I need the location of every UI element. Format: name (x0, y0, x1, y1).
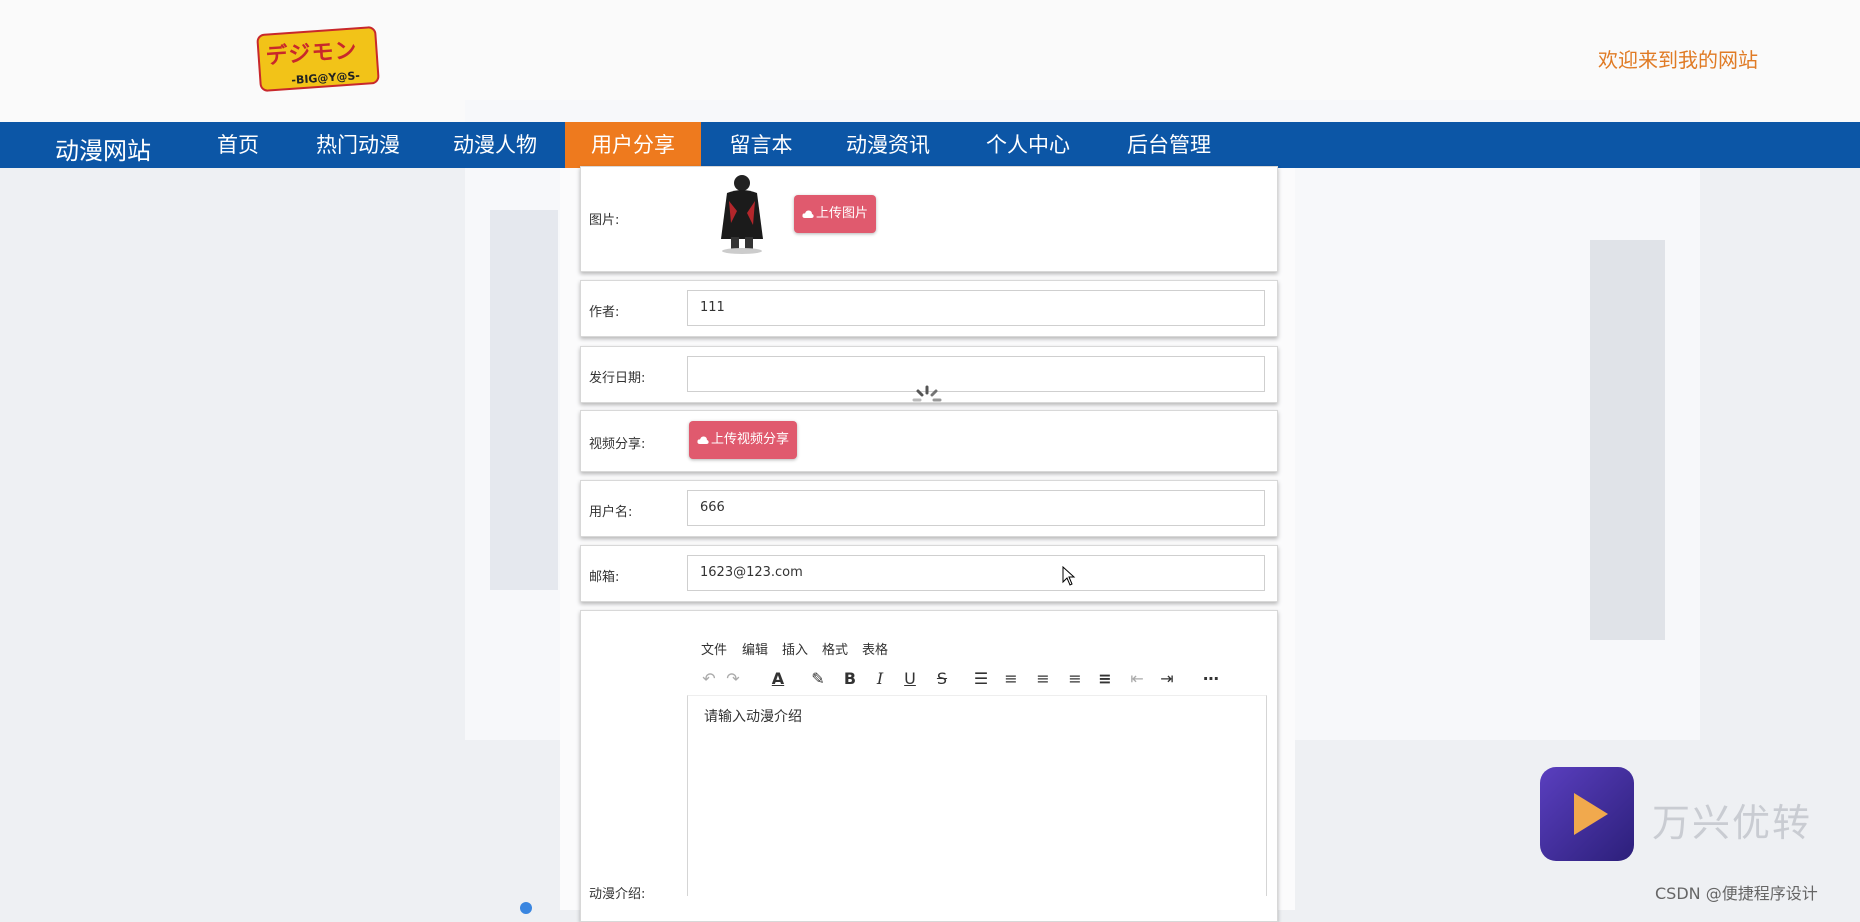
line-height-icon[interactable]: ☰ (971, 669, 991, 689)
username-row: 用户名: 666 (580, 480, 1278, 537)
username-input[interactable]: 666 (687, 490, 1265, 526)
intro-label: 动漫介绍: (589, 887, 646, 902)
intro-row: 动漫介绍: 文件 编辑 插入 格式 表格 ↶ ↷ A ✎ B I U S ☰ ≡… (580, 610, 1278, 922)
site-logo[interactable]: デジモン -BIG@Y@S- (256, 25, 380, 93)
uploaded-image-thumbnail (721, 175, 763, 254)
nav-item-hot-anime[interactable]: 热门动漫 (300, 122, 416, 168)
mouse-cursor-icon (1062, 566, 1076, 586)
indent-icon[interactable]: ⇥ (1157, 669, 1177, 689)
release-date-input[interactable] (687, 356, 1265, 392)
outdent-icon[interactable]: ⇤ (1127, 669, 1147, 689)
nav-item-home[interactable]: 首页 (190, 122, 286, 168)
intro-editor[interactable]: 请输入动漫介绍 (687, 695, 1267, 896)
bold-icon[interactable]: B (841, 669, 859, 689)
upload-video-button-label: 上传视频分享 (711, 432, 790, 447)
undo-icon[interactable]: ↶ (699, 669, 719, 689)
nav-item-user-share[interactable]: 用户分享 (565, 122, 701, 168)
background-panel (1590, 240, 1665, 640)
username-label: 用户名: (589, 505, 633, 520)
cloud-upload-icon (802, 210, 814, 218)
menu-file[interactable]: 文件 (701, 639, 727, 658)
csdn-credit: CSDN @便捷程序设计 (1655, 884, 1818, 903)
upload-image-button-label: 上传图片 (816, 206, 869, 221)
video-share-row: 视频分享: 上传视频分享 (580, 410, 1278, 472)
align-left-icon[interactable]: ≡ (1001, 669, 1021, 689)
play-icon (1574, 793, 1608, 835)
font-color-icon[interactable]: A (767, 669, 789, 689)
nav-item-admin[interactable]: 后台管理 (1110, 122, 1228, 168)
menu-edit[interactable]: 编辑 (742, 639, 768, 658)
logo-subtitle: -BIG@Y@S- (290, 69, 361, 87)
strikethrough-icon[interactable]: S (933, 669, 951, 689)
align-center-icon[interactable]: ≡ (1033, 669, 1053, 689)
main-nav: 动漫网站 首页 热门动漫 动漫人物 用户分享 留言本 动漫资讯 个人中心 后台管… (0, 122, 1860, 168)
underline-icon[interactable]: U (901, 669, 919, 689)
email-input[interactable]: 1623@123.com (687, 555, 1265, 591)
align-right-icon[interactable]: ≡ (1065, 669, 1085, 689)
highlight-icon[interactable]: ✎ (807, 669, 829, 689)
video-share-label: 视频分享: (589, 437, 646, 452)
author-row: 作者: 111 (580, 280, 1278, 337)
intro-placeholder: 请输入动漫介绍 (704, 709, 802, 725)
welcome-text: 欢迎来到我的网站 (1598, 48, 1758, 72)
cloud-upload-icon (697, 436, 709, 444)
status-dot (520, 902, 532, 914)
watermark-logo (1540, 767, 1634, 861)
align-justify-icon[interactable]: ≡ (1095, 669, 1115, 689)
image-label: 图片: (589, 213, 620, 228)
italic-icon[interactable]: I (871, 669, 889, 689)
email-label: 邮箱: (589, 570, 620, 585)
nav-item-news[interactable]: 动漫资讯 (832, 122, 944, 168)
upload-image-button[interactable]: 上传图片 (794, 195, 877, 233)
redo-icon[interactable]: ↷ (723, 669, 743, 689)
email-row: 邮箱: 1623@123.com (580, 545, 1278, 602)
nav-item-characters[interactable]: 动漫人物 (436, 122, 554, 168)
menu-format[interactable]: 格式 (822, 639, 848, 658)
nav-item-profile[interactable]: 个人中心 (970, 122, 1086, 168)
nav-item-guestbook[interactable]: 留言本 (716, 122, 806, 168)
image-row: 图片: 上传图片 (580, 166, 1278, 272)
background-sidebar (490, 210, 558, 590)
menu-insert[interactable]: 插入 (782, 639, 808, 658)
logo-glyph: デジモン (264, 38, 359, 70)
author-input[interactable]: 111 (687, 290, 1265, 326)
nav-brand[interactable]: 动漫网站 (55, 131, 151, 166)
loading-spinner-icon (912, 385, 942, 402)
author-label: 作者: (589, 305, 620, 320)
release-date-label: 发行日期: (589, 371, 646, 386)
watermark-text: 万兴优转 (1652, 801, 1813, 845)
more-icon[interactable]: ⋯ (1199, 669, 1223, 689)
menu-table[interactable]: 表格 (862, 639, 888, 658)
upload-video-button[interactable]: 上传视频分享 (689, 421, 798, 459)
